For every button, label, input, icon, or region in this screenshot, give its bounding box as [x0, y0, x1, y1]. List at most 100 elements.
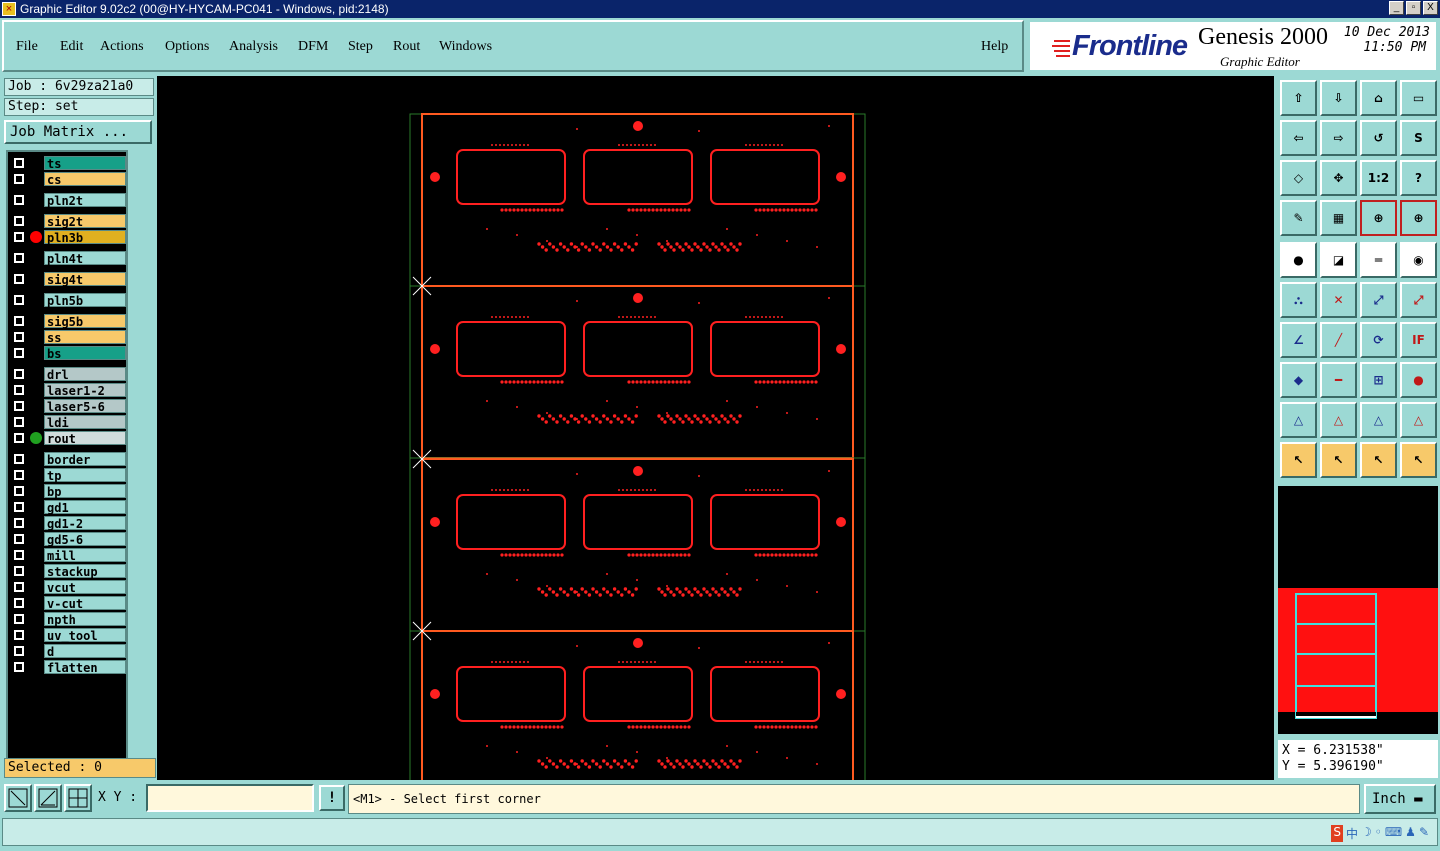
layer-name[interactable]: sig5b — [44, 314, 126, 329]
snap-feature-icon[interactable]: ⊕ — [1360, 200, 1397, 236]
layer-row-flatten[interactable]: flatten — [10, 660, 126, 675]
layer-checkbox[interactable] — [14, 385, 24, 395]
layer-row-pln4t[interactable]: pln4t — [10, 251, 126, 266]
layer-row-pln5b[interactable]: pln5b — [10, 293, 126, 308]
layer-name[interactable]: mill — [44, 548, 126, 563]
layer-row-bs[interactable]: bs — [10, 346, 126, 361]
layer-checkbox[interactable] — [14, 253, 24, 263]
layer-checkbox[interactable] — [14, 158, 24, 168]
home-icon[interactable]: ⌂ — [1360, 80, 1397, 116]
layer-checkbox[interactable] — [14, 295, 24, 305]
text-icon[interactable]: IF — [1400, 322, 1437, 358]
layer-name[interactable]: drl — [44, 367, 126, 382]
window-icon[interactable]: ▭ — [1400, 80, 1437, 116]
xy-input[interactable] — [146, 784, 314, 812]
pan-right-icon[interactable]: ⇨ — [1320, 120, 1357, 156]
layer-name[interactable]: sig2t — [44, 214, 126, 229]
select-box-icon[interactable]: ↖ — [1320, 442, 1357, 478]
layer-name[interactable]: flatten — [44, 660, 126, 675]
layer-name[interactable]: laser5-6 — [44, 399, 126, 414]
tray-icon-3[interactable]: ◦ — [1375, 825, 1382, 842]
close-button[interactable]: X — [1423, 1, 1438, 15]
layer-name[interactable]: sig4t — [44, 272, 126, 287]
layer-checkbox[interactable] — [14, 582, 24, 592]
layer-checkbox[interactable] — [14, 614, 24, 624]
select-polygon-icon[interactable]: ↖ — [1360, 442, 1397, 478]
layer-row-sig2t[interactable]: sig2t — [10, 214, 126, 229]
layer-name[interactable]: ss — [44, 330, 126, 345]
layer-row-laser1-2[interactable]: laser1-2 — [10, 383, 126, 398]
menu-analysis[interactable]: Analysis — [229, 39, 278, 55]
minimap[interactable] — [1278, 486, 1438, 734]
layer-row-ldi[interactable]: ldi — [10, 415, 126, 430]
menu-step[interactable]: Step — [348, 39, 373, 55]
delete-icon[interactable]: ✕ — [1320, 282, 1357, 318]
menu-windows[interactable]: Windows — [439, 39, 492, 55]
layer-checkbox[interactable] — [14, 433, 24, 443]
layer-checkbox[interactable] — [14, 332, 24, 342]
layer-name[interactable]: pln3b — [44, 230, 126, 245]
shape-icon[interactable]: ● — [1400, 362, 1437, 398]
layer-checkbox[interactable] — [14, 550, 24, 560]
layer-checkbox[interactable] — [14, 470, 24, 480]
redraw-icon[interactable]: S — [1400, 120, 1437, 156]
layer-name[interactable]: uv_tool — [44, 628, 126, 643]
layer-row-npth[interactable]: npth — [10, 612, 126, 627]
layer-row-mill[interactable]: mill — [10, 548, 126, 563]
layer-name[interactable]: pln2t — [44, 193, 126, 208]
layer-row-cs[interactable]: cs — [10, 172, 126, 187]
layer-name[interactable]: vcut — [44, 580, 126, 595]
pad-add-icon[interactable]: ◆ — [1280, 362, 1317, 398]
layer-name[interactable]: ts — [44, 156, 126, 171]
minimize-button[interactable]: _ — [1389, 1, 1404, 15]
measure-button[interactable] — [34, 784, 62, 812]
pan-left-icon[interactable]: ⇦ — [1280, 120, 1317, 156]
tray-icon-6[interactable]: ✎ — [1419, 825, 1429, 842]
select-net-icon[interactable]: ↖ — [1400, 442, 1437, 478]
connect-icon[interactable]: ⛬ — [1280, 282, 1317, 318]
snap-button[interactable] — [4, 784, 32, 812]
layer-checkbox[interactable] — [14, 486, 24, 496]
layer-row-v-cut[interactable]: v-cut — [10, 596, 126, 611]
select-icon[interactable]: ↖ — [1280, 442, 1317, 478]
tray-icon-2[interactable]: ☽ — [1361, 825, 1372, 842]
layer-checkbox[interactable] — [14, 348, 24, 358]
arc-icon[interactable]: ⟳ — [1360, 322, 1397, 358]
layer-row-border[interactable]: border — [10, 452, 126, 467]
tray-icon-5[interactable]: ♟ — [1405, 825, 1416, 842]
maximize-button[interactable]: ▫ — [1406, 1, 1421, 15]
highlight-icon[interactable]: ● — [1280, 242, 1317, 278]
layer-name[interactable]: ldi — [44, 415, 126, 430]
layer-row-d[interactable]: d — [10, 644, 126, 659]
import-icon[interactable]: ⇧ — [1280, 80, 1317, 116]
ruler-icon[interactable]: ═ — [1360, 242, 1397, 278]
layer-checkbox[interactable] — [14, 232, 24, 242]
tray-icon-1[interactable]: 中 — [1346, 825, 1358, 842]
layer-row-pln3b[interactable]: pln3b — [10, 230, 126, 245]
layer-name[interactable]: v-cut — [44, 596, 126, 611]
menu-dfm[interactable]: DFM — [298, 39, 328, 55]
zoom-center-icon[interactable]: ✥ — [1320, 160, 1357, 196]
menu-rout[interactable]: Rout — [393, 39, 420, 55]
layer-checkbox[interactable] — [14, 174, 24, 184]
transform-icon[interactable]: ◪ — [1320, 242, 1357, 278]
help-icon[interactable]: ? — [1400, 160, 1437, 196]
layer-checkbox[interactable] — [14, 598, 24, 608]
layer-name[interactable]: gd5-6 — [44, 532, 126, 547]
job-matrix-button[interactable]: Job Matrix ... — [4, 120, 152, 144]
layer-row-tp[interactable]: tp — [10, 468, 126, 483]
layer-name[interactable]: gd1 — [44, 500, 126, 515]
layer-row-stackup[interactable]: stackup — [10, 564, 126, 579]
layer-row-bp[interactable]: bp — [10, 484, 126, 499]
grid-icon[interactable]: ▦ — [1320, 200, 1357, 236]
undo-zoom-icon[interactable]: ↺ — [1360, 120, 1397, 156]
layer-row-ss[interactable]: ss — [10, 330, 126, 345]
layer-name[interactable]: cs — [44, 172, 126, 187]
layer-row-gd5-6[interactable]: gd5-6 — [10, 532, 126, 547]
layer-row-laser5-6[interactable]: laser5-6 — [10, 399, 126, 414]
layer-row-gd1[interactable]: gd1 — [10, 500, 126, 515]
layer-row-uv_tool[interactable]: uv_tool — [10, 628, 126, 643]
layer-row-drl[interactable]: drl — [10, 367, 126, 382]
layer-name[interactable]: rout — [44, 431, 126, 446]
layer-name[interactable]: stackup — [44, 564, 126, 579]
